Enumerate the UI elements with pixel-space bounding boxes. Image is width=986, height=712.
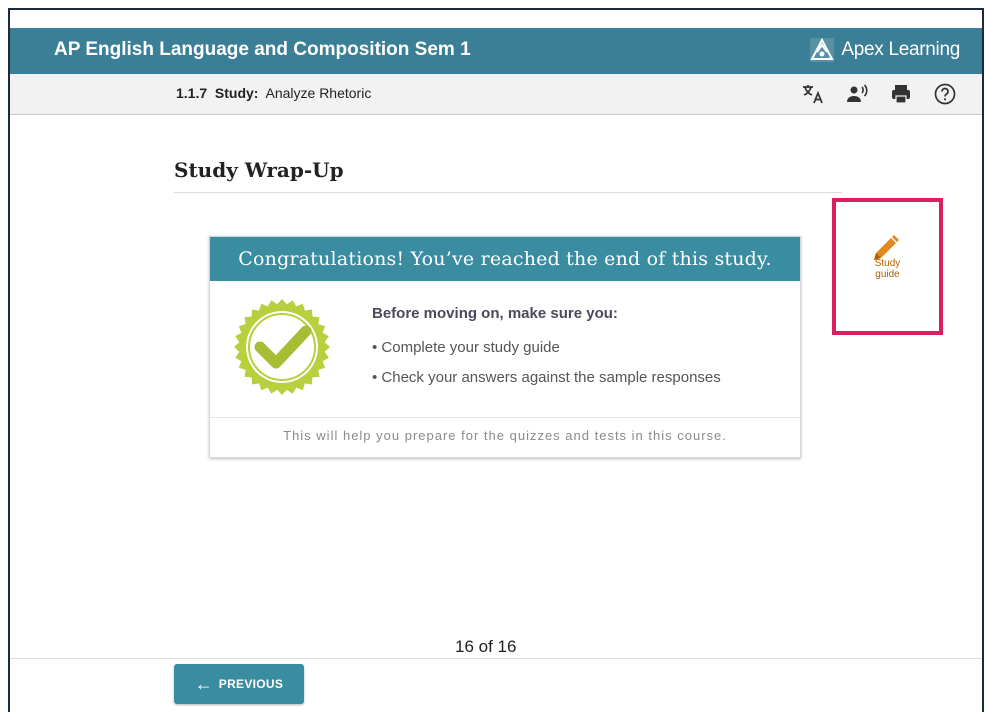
study-guide-label-line1: Study [874,258,901,269]
study-guide-label-line2: guide [875,269,900,280]
card-divider [210,417,800,418]
lesson-title: Analyze Rhetoric [265,85,372,101]
course-header: AP English Language and Composition Sem … [10,28,982,74]
apex-logo-icon [810,37,835,62]
checklist-item: • Check your answers against the sample … [372,369,721,386]
card-body: Before moving on, make sure you: • Compl… [372,305,721,399]
help-icon [934,83,956,105]
lesson-number: 1.1.7 [176,85,208,101]
title-divider [174,192,842,193]
read-aloud-icon [847,84,868,102]
print-icon [892,85,910,104]
card-footer: This will help you prepare for the quizz… [283,428,727,443]
lesson-bar: 1.1.7 Study: Analyze Rhetoric [10,74,982,115]
breadcrumb: 1.1.7 Study: Analyze Rhetoric [176,85,371,101]
wrap-up-card: Congratulations! You’ve reached the end … [209,236,801,458]
read-aloud-button[interactable] [844,81,870,107]
previous-button[interactable]: ← PREVIOUS [174,664,304,704]
card-header: Congratulations! You’ve reached the end … [210,237,800,281]
course-title: AP English Language and Composition Sem … [54,39,471,60]
page-counter: 16 of 16 [455,637,517,656]
checklist-item: • Complete your study guide [372,339,560,356]
print-button[interactable] [888,81,914,107]
brand: Apex Learning [809,37,960,63]
card-lead: Before moving on, make sure you: [372,305,618,322]
brand-name: Apex Learning [841,39,960,60]
previous-label: PREVIOUS [218,677,284,691]
checkmark-badge-icon [234,299,330,395]
translate-icon [803,85,823,104]
lesson-type: Study: [214,85,259,101]
arrow-left-icon: ← [194,674,213,694]
study-guide-button[interactable]: Study guide [832,198,943,335]
page-title: Study Wrap-Up [174,158,344,182]
app-frame: AP English Language and Composition Sem … [8,8,984,712]
toolbar [800,81,958,107]
footer-divider [10,658,982,659]
study-guide-label: Study guide [836,258,939,280]
help-button[interactable] [932,81,958,107]
translate-button[interactable] [800,81,826,107]
